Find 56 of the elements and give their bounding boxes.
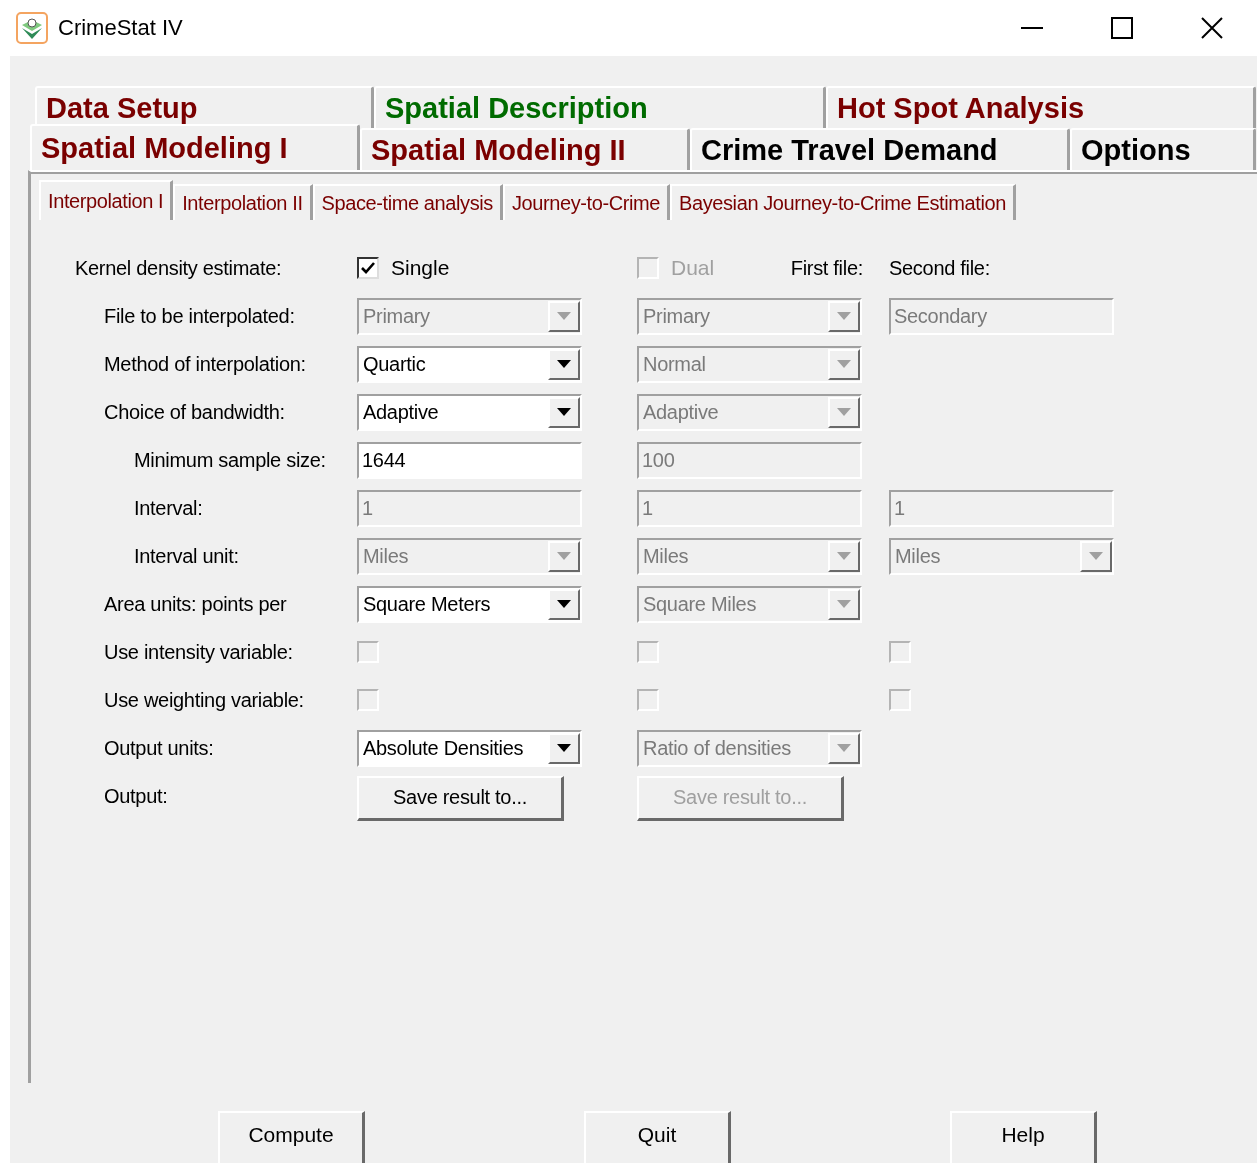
dropdown-arrow-icon: [557, 360, 571, 368]
column-heading: Second file:: [889, 256, 990, 280]
field-label: Kernel density estimate:: [75, 256, 283, 280]
app-icon: [16, 12, 48, 44]
close-icon[interactable]: [1201, 17, 1223, 39]
dropdown-arrow-icon: [837, 408, 851, 416]
dialog-button[interactable]: Help: [950, 1111, 1097, 1163]
dropdown-arrow-icon: [557, 744, 571, 752]
dropdown-arrow-icon: [557, 408, 571, 416]
field-label: Minimum sample size:: [133, 448, 327, 472]
dropdown-arrow-icon: [557, 312, 571, 320]
tab[interactable]: Journey-to-Crime: [502, 184, 671, 220]
column-heading: First file:: [790, 256, 863, 280]
field-label: Use weighting variable:: [103, 688, 305, 712]
dropdown[interactable]: Square Meters: [357, 585, 582, 623]
save-result-button[interactable]: Save result to...: [357, 775, 564, 821]
tab[interactable]: Hot Spot Analysis: [826, 86, 1256, 128]
tab[interactable]: Options: [1070, 128, 1256, 170]
dropdown-arrow-icon: [1089, 552, 1103, 560]
dropdown-arrow-icon: [837, 360, 851, 368]
field-label: Interval unit:: [133, 544, 240, 568]
tab[interactable]: Interpolation II: [173, 184, 313, 220]
dropdown-arrow-icon: [557, 552, 571, 560]
tab[interactable]: Crime Travel Demand: [690, 128, 1070, 170]
field-label: File to be interpolated:: [103, 304, 296, 328]
dialog-button[interactable]: Compute: [218, 1111, 365, 1163]
tab[interactable]: Data Setup: [35, 86, 374, 128]
tab[interactable]: Space-time analysis: [312, 184, 503, 220]
dropdown-arrow-icon: [837, 600, 851, 608]
field-label: Output units:: [103, 736, 215, 760]
dialog-button[interactable]: Quit: [584, 1111, 731, 1163]
dropdown-arrow-icon: [837, 312, 851, 320]
field-label: Output:: [103, 784, 169, 808]
tab[interactable]: Spatial Description: [374, 86, 826, 128]
dropdown[interactable]: Absolute Densities: [357, 729, 582, 767]
maximize-icon[interactable]: [1111, 17, 1133, 39]
field-label: Interval:: [133, 496, 204, 520]
checkbox-label: Single: [391, 256, 450, 280]
checkbox[interactable]: [357, 257, 379, 279]
dropdown-arrow-icon: [557, 600, 571, 608]
field-label: Area units: points per: [103, 592, 288, 616]
tab[interactable]: Spatial Modeling I: [30, 124, 360, 170]
dropdown[interactable]: Quartic: [357, 345, 582, 383]
input-field[interactable]: 1644: [357, 441, 582, 479]
checkbox-label: Dual: [671, 256, 715, 280]
tab[interactable]: Interpolation I: [39, 180, 174, 220]
dropdown-arrow-icon: [837, 552, 851, 560]
field-label: Use intensity variable:: [103, 640, 294, 664]
dropdown[interactable]: Adaptive: [357, 393, 582, 431]
tab[interactable]: Spatial Modeling II: [360, 128, 690, 170]
tab[interactable]: Bayesian Journey-to-Crime Estimation: [670, 184, 1016, 220]
dropdown-arrow-icon: [837, 744, 851, 752]
field-label: Method of interpolation:: [103, 352, 307, 376]
window-title: CrimeStat IV: [58, 15, 184, 41]
check-icon: [361, 262, 375, 274]
field-label: Choice of bandwidth:: [103, 400, 286, 424]
